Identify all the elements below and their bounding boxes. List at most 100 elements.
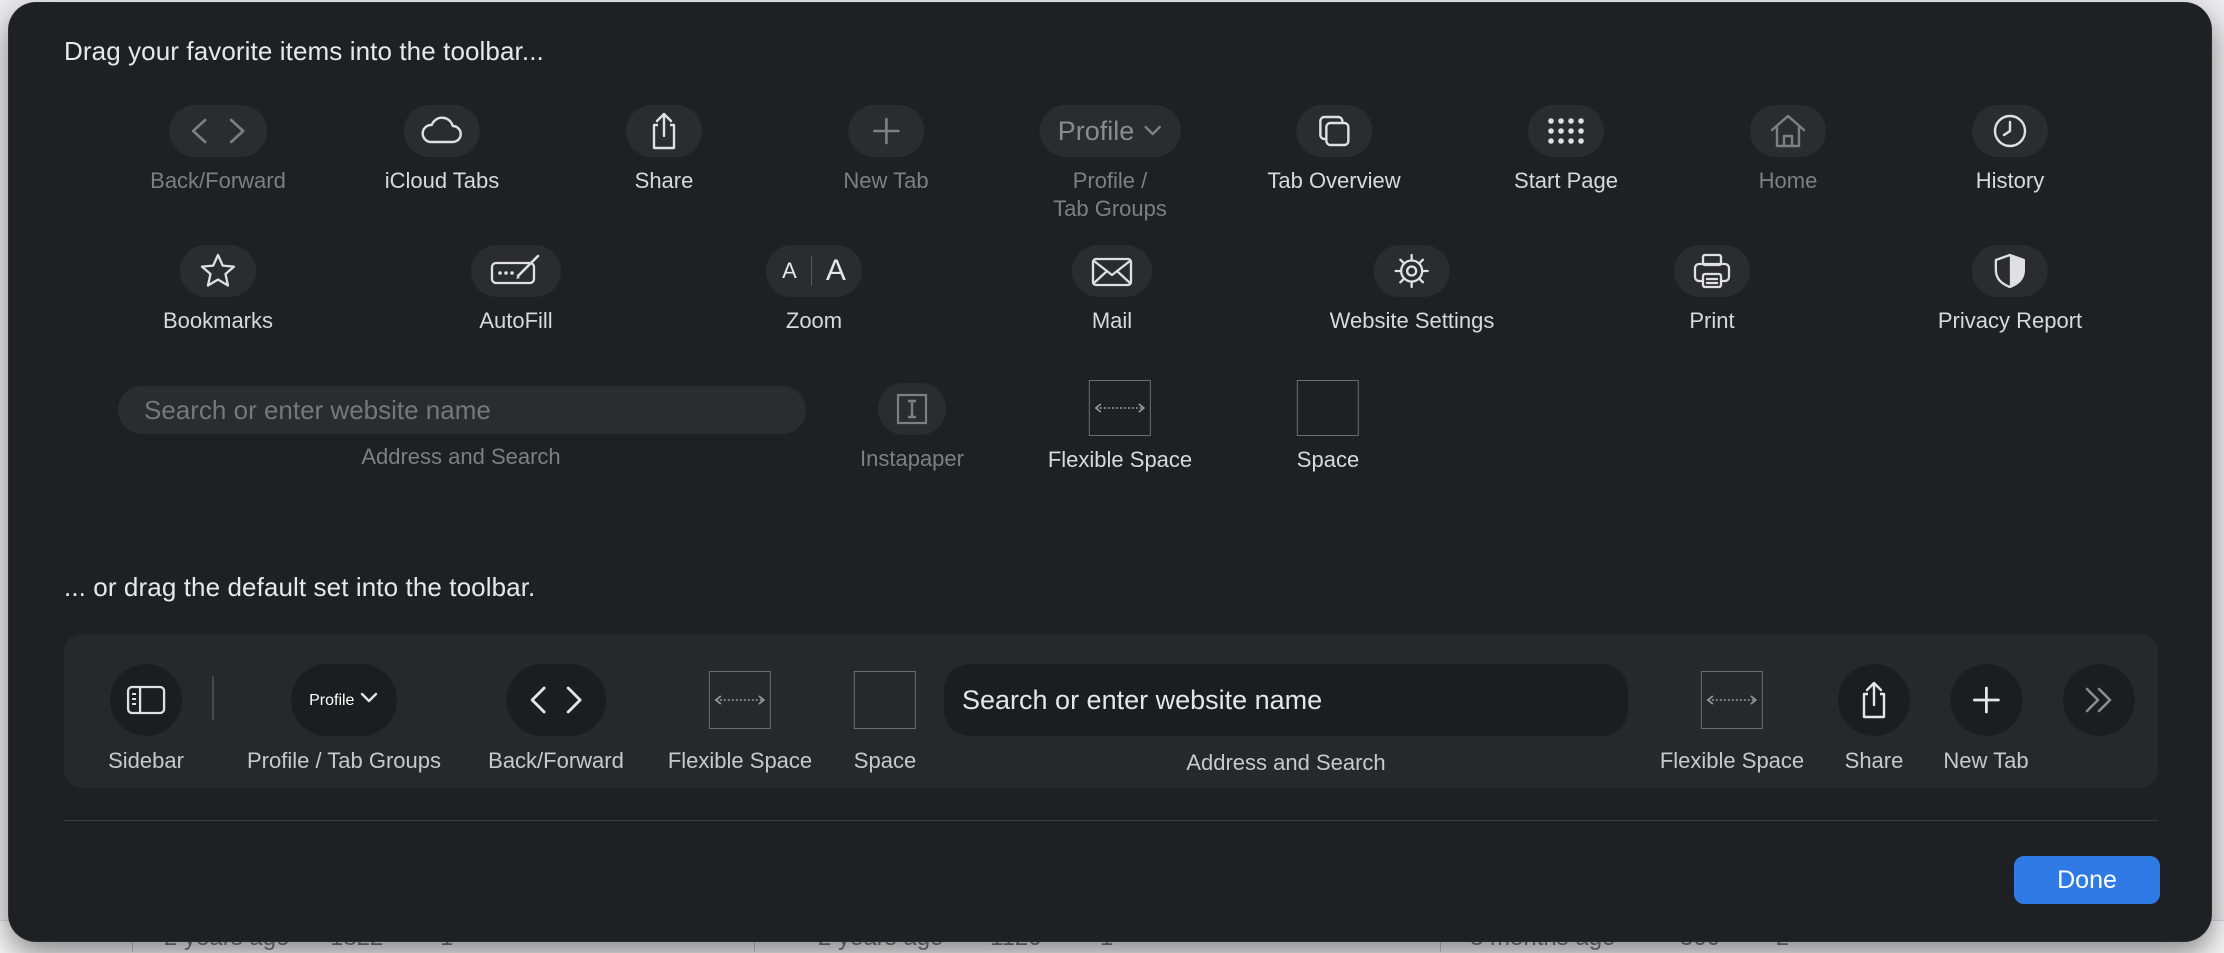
default-share: Share [1838, 664, 1910, 774]
palette-start-page[interactable]: Start Page [1514, 105, 1618, 195]
palette-share[interactable]: Share [626, 105, 702, 195]
palette-back-forward[interactable]: Back/Forward [150, 105, 286, 195]
palette-instapaper[interactable]: Instapaper [860, 383, 964, 473]
palette-history[interactable]: History [1972, 105, 2048, 195]
back-forward-icon [191, 118, 245, 144]
done-button[interactable]: Done [2014, 856, 2160, 904]
default-label: Back/Forward [488, 748, 624, 773]
tab-overview-icon [1318, 115, 1350, 147]
home-icon [1770, 114, 1806, 148]
sidebar-icon [126, 685, 166, 715]
palette-zoom[interactable]: A A Zoom [766, 245, 862, 335]
palette-label: Flexible Space [1047, 447, 1193, 472]
palette-profile[interactable]: Profile Profile / Tab Groups [1039, 105, 1181, 223]
plus-icon [872, 117, 900, 145]
address-placeholder: Search or enter website name [962, 684, 1323, 715]
default-label: Profile / Tab Groups [246, 748, 442, 773]
printer-icon [1693, 253, 1731, 289]
palette-label: Privacy Report [1937, 308, 2083, 333]
default-label: Flexible Space [667, 748, 813, 773]
palette-icloud-tabs[interactable]: iCloud Tabs [385, 105, 499, 195]
palette-flexible-space[interactable]: Flexible Space [1048, 380, 1192, 474]
palette-label: Instapaper [860, 446, 964, 471]
back-forward-icon [530, 686, 582, 714]
palette-label: Space [1296, 447, 1360, 472]
default-flexible-space-2: Flexible Space [1660, 664, 1804, 774]
share-icon [1862, 681, 1886, 719]
default-sidebar: Sidebar [108, 664, 184, 774]
palette-label: Zoom [785, 308, 843, 333]
customize-toolbar-sheet: Drag your favorite items into the toolba… [8, 2, 2212, 942]
default-label: Flexible Space [1659, 748, 1805, 773]
default-flexible-space: Flexible Space [668, 664, 812, 774]
default-overflow [2063, 664, 2135, 736]
palette-address-search[interactable]: Search or enter website name [118, 386, 806, 434]
default-profile: Profile Profile / Tab Groups [247, 664, 441, 774]
palette-tab-overview[interactable]: Tab Overview [1267, 105, 1401, 195]
zoom-in-glyph: A [825, 254, 846, 287]
palette-bookmarks[interactable]: Bookmarks [163, 245, 273, 335]
double-chevron-right-icon [2085, 687, 2112, 713]
default-label: Sidebar [108, 748, 184, 773]
overflow-button [2063, 664, 2135, 736]
new-tab-button [1949, 664, 2022, 736]
palette-space[interactable]: Space [1297, 380, 1359, 474]
palette-label: Share [634, 168, 694, 193]
toolbar-separator [212, 676, 214, 720]
profile-pill: Profile [1058, 116, 1163, 147]
envelope-icon [1091, 257, 1133, 287]
gear-icon [1394, 253, 1430, 289]
palette-new-tab[interactable]: New Tab [843, 105, 929, 195]
flexible-space-icon [1706, 695, 1758, 705]
palette-label: History [1975, 168, 2045, 193]
default-address-search: Search or enter website name [944, 664, 1628, 736]
palette-label: New Tab [843, 168, 929, 193]
palette-print[interactable]: Print [1674, 245, 1750, 335]
default-toolbar-set[interactable]: Sidebar Profile Profile / Tab Groups Bac… [64, 634, 2158, 788]
default-new-tab: New Tab [1943, 664, 2029, 774]
star-icon [200, 253, 236, 287]
palette-label: Back/Forward [150, 168, 286, 193]
palette-privacy-report[interactable]: Privacy Report [1938, 245, 2082, 335]
address-placeholder: Search or enter website name [144, 394, 491, 425]
palette-label: Address and Search [361, 444, 561, 469]
palette-label: Start Page [1514, 168, 1618, 193]
flexible-space-box [1089, 380, 1151, 436]
space-box [1296, 380, 1359, 436]
bottom-divider [64, 820, 2158, 821]
instapaper-icon [896, 393, 928, 425]
default-label: New Tab [1943, 748, 2029, 773]
back-forward-button [506, 664, 606, 736]
favorites-heading: Drag your favorite items into the toolba… [64, 36, 544, 66]
default-set-heading: ... or drag the default set into the too… [64, 572, 536, 602]
palette-mail[interactable]: Mail [1072, 245, 1152, 335]
share-icon [652, 112, 676, 150]
profile-pill-text: Profile [1057, 115, 1135, 146]
cloud-icon [421, 116, 463, 144]
flexible-space-box [709, 671, 771, 729]
share-button [1838, 664, 1910, 736]
palette-autofill[interactable]: AutoFill [471, 245, 561, 335]
palette-label: Tab Overview [1267, 168, 1401, 193]
zoom-out-glyph: A [782, 258, 797, 283]
default-label: Address and Search [1186, 750, 1386, 775]
profile-pill: Profile [309, 691, 379, 710]
palette-label: Print [1689, 308, 1735, 333]
default-label: Space [853, 748, 917, 773]
default-label: Share [1844, 748, 1904, 773]
palette-label: Website Settings [1329, 308, 1495, 333]
flexible-space-box [1701, 671, 1763, 729]
palette-label: Mail [1091, 308, 1133, 333]
autofill-icon [490, 254, 540, 285]
default-back-forward: Back/Forward [488, 664, 624, 774]
palette-label: Home [1758, 168, 1818, 193]
profile-button: Profile [291, 664, 397, 736]
default-space: Space [854, 664, 916, 774]
flexible-space-icon [1094, 403, 1146, 413]
palette-website-settings[interactable]: Website Settings [1329, 245, 1495, 335]
palette-label: Bookmarks [162, 308, 274, 333]
palette-home[interactable]: Home [1750, 105, 1826, 195]
palette-label: AutoFill [479, 308, 553, 333]
plus-icon [1972, 686, 2000, 714]
zoom-icon: A A [782, 254, 846, 288]
